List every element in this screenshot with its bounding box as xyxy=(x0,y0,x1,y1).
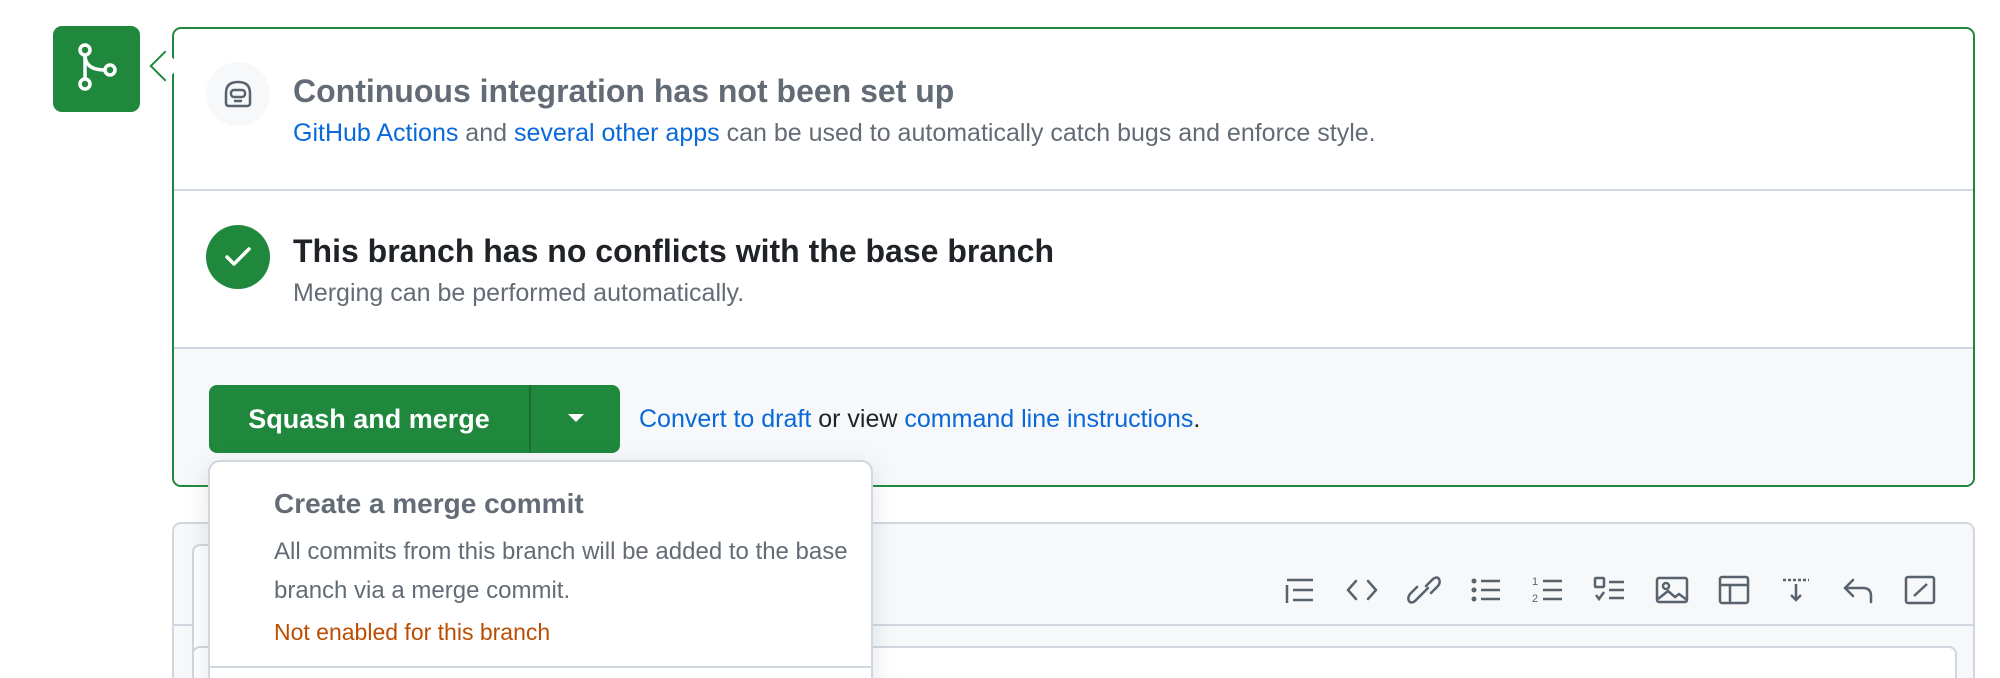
merge-box: Continuous integration has not been set … xyxy=(172,27,1975,487)
merge-note-text: or view xyxy=(811,405,905,433)
check-icon xyxy=(206,225,270,289)
saved-replies-icon[interactable] xyxy=(1765,568,1827,612)
merge-method-menu: Create a merge commit All commits from t… xyxy=(208,460,873,678)
other-apps-link[interactable]: several other apps xyxy=(514,119,720,147)
menu-item-create-merge-commit[interactable]: Create a merge commit All commits from t… xyxy=(210,462,871,668)
merge-note-end: . xyxy=(1193,405,1201,433)
git-merge-icon xyxy=(75,42,119,97)
fullscreen-icon[interactable] xyxy=(1889,568,1951,612)
ci-text-and: and xyxy=(458,119,514,147)
merge-note: Convert to draft or view command line in… xyxy=(639,405,1200,434)
squash-and-merge-button[interactable]: Squash and merge xyxy=(209,385,531,453)
ci-title: Continuous integration has not been set … xyxy=(293,73,955,109)
reply-icon[interactable] xyxy=(1827,568,1889,612)
git-merge-badge xyxy=(53,26,140,112)
menu-item-disabled-note: Not enabled for this branch xyxy=(274,619,551,645)
image-icon[interactable] xyxy=(1641,568,1703,612)
ci-description: GitHub Actions and several other apps ca… xyxy=(293,119,1376,148)
triangle-down-icon xyxy=(567,410,585,428)
conflicts-title: This branch has no conflicts with the ba… xyxy=(293,233,1055,269)
svg-text:2: 2 xyxy=(1532,593,1538,605)
conflicts-description: Merging can be performed automatically. xyxy=(293,279,745,307)
link-icon[interactable] xyxy=(1393,568,1455,612)
convert-to-draft-link[interactable]: Convert to draft xyxy=(639,405,811,433)
github-actions-link[interactable]: GitHub Actions xyxy=(293,119,458,147)
ci-text-rest: can be used to automatically catch bugs … xyxy=(719,119,1376,147)
table-icon[interactable] xyxy=(1703,568,1765,612)
menu-item-title: Create a merge commit xyxy=(274,488,584,519)
command-line-instructions-link[interactable]: command line instructions xyxy=(904,405,1193,433)
menu-item-description: All commits from this branch will be add… xyxy=(274,538,848,604)
code-icon[interactable] xyxy=(1331,568,1393,612)
task-list-icon[interactable] xyxy=(1579,568,1641,612)
unordered-list-icon[interactable] xyxy=(1455,568,1517,612)
merge-button-group: Squash and merge xyxy=(209,385,620,453)
markdown-toolbar: 12 xyxy=(1269,568,1951,612)
ordered-list-icon[interactable]: 12 xyxy=(1517,568,1579,612)
copilot-robot-icon xyxy=(206,62,270,126)
merge-method-dropdown-button[interactable] xyxy=(531,385,620,453)
conflicts-section: This branch has no conflicts with the ba… xyxy=(174,189,1973,347)
svg-text:1: 1 xyxy=(1532,576,1538,588)
ci-section: Continuous integration has not been set … xyxy=(174,29,1973,189)
heading-icon[interactable] xyxy=(1269,568,1331,612)
